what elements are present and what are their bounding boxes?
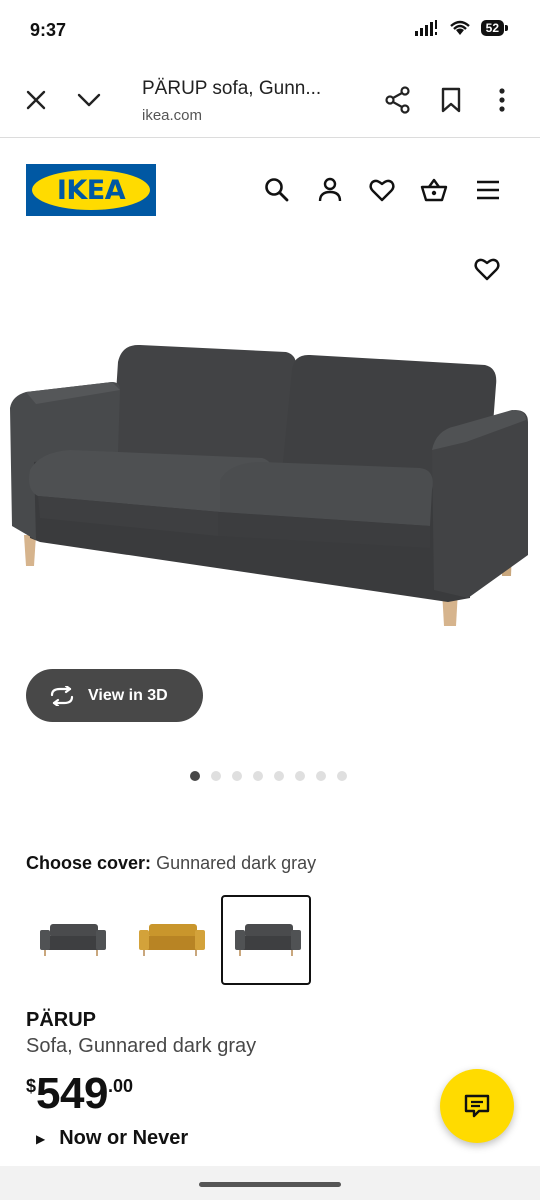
wishlist-heart-icon[interactable] (473, 255, 501, 283)
close-icon[interactable] (24, 88, 48, 112)
carousel-dot[interactable] (274, 771, 284, 781)
battery-indicator: 52 (480, 20, 509, 36)
product-image[interactable] (0, 330, 540, 640)
promo-link[interactable]: ▶ Now or Never (36, 1127, 188, 1150)
home-indicator[interactable] (199, 1182, 341, 1187)
search-icon[interactable] (263, 176, 291, 204)
ikea-logo-text: IKEA (32, 170, 150, 210)
view-in-3d-button[interactable]: View in 3D (26, 669, 203, 722)
carousel-dot[interactable] (337, 771, 347, 781)
sofa-thumbnail (235, 924, 301, 956)
product-price: $ 549 .00 (26, 1068, 133, 1120)
browser-toolbar: PÄRUP sofa, Gunn... ikea.com (0, 62, 540, 138)
menu-icon[interactable] (474, 176, 502, 204)
carousel-dot[interactable] (253, 771, 263, 781)
cover-option-yellow[interactable] (125, 895, 215, 985)
ikea-logo[interactable]: IKEA (26, 164, 156, 216)
promo-label: Now or Never (59, 1127, 189, 1149)
basket-icon[interactable] (420, 176, 448, 204)
page-title: PÄRUP sofa, Gunn... (142, 78, 322, 99)
product-description: Sofa, Gunnared dark gray (26, 1035, 257, 1057)
cover-option-dark-gray-selected[interactable] (221, 895, 311, 985)
heart-icon[interactable] (368, 176, 396, 204)
carousel-dot[interactable] (190, 771, 200, 781)
signal-icon (414, 20, 437, 36)
sofa-thumbnail (40, 924, 106, 956)
more-vertical-icon[interactable] (494, 87, 510, 113)
chat-icon (464, 1094, 490, 1118)
carousel-dot[interactable] (232, 771, 242, 781)
carousel-dot[interactable] (316, 771, 326, 781)
product-name: PÄRUP (26, 1009, 97, 1031)
wifi-icon (449, 20, 470, 35)
price-currency: $ (26, 1076, 37, 1096)
chat-button[interactable] (440, 1069, 514, 1143)
price-decimal: .00 (107, 1076, 133, 1096)
cover-option-dark-gray[interactable] (26, 895, 116, 985)
carousel-dot[interactable] (295, 771, 305, 781)
account-icon[interactable] (316, 176, 344, 204)
price-integer: 549 (36, 1069, 108, 1118)
view-in-3d-label: View in 3D (88, 686, 168, 704)
rotate-3d-icon (50, 685, 74, 706)
cover-selector-label: Choose cover: Gunnared dark gray (26, 853, 316, 874)
cover-label: Choose cover: (26, 853, 152, 873)
carousel-dot[interactable] (211, 771, 221, 781)
chevron-down-icon[interactable] (76, 90, 102, 110)
status-bar: 9:37 52 (0, 0, 540, 62)
page-domain: ikea.com (142, 107, 203, 124)
bookmark-icon[interactable] (440, 87, 462, 113)
sofa-thumbnail (139, 924, 205, 956)
cover-value: Gunnared dark gray (156, 853, 317, 873)
carousel-pagination (190, 771, 347, 781)
caret-right-icon: ▶ (36, 1131, 46, 1146)
status-time: 9:37 (30, 20, 67, 40)
status-icons: 52 (414, 20, 509, 36)
share-icon[interactable] (384, 86, 412, 114)
